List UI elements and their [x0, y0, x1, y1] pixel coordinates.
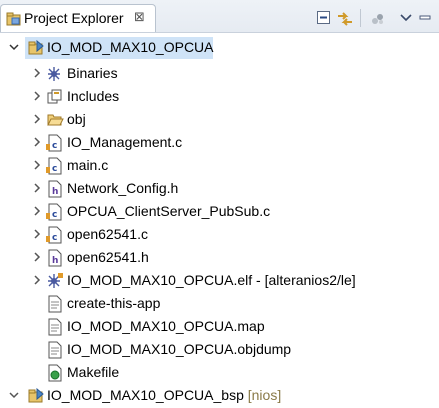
tree-item[interactable]: c IO_Management.c — [0, 131, 439, 154]
elf-binary-icon — [46, 272, 64, 290]
project-explorer-icon — [6, 11, 22, 30]
svg-text:h: h — [52, 256, 58, 266]
tree-item-label: obj — [67, 111, 86, 127]
tree-item[interactable]: h Network_Config.h — [0, 177, 439, 200]
c-project-icon — [27, 39, 45, 57]
tree-item[interactable]: create-this-app — [0, 292, 439, 315]
tab-title: Project Explorer — [24, 10, 124, 26]
tree-item-label: IO_MOD_MAX10_OPCUA_bsp [nios] — [47, 387, 281, 403]
svg-text:c: c — [52, 164, 57, 174]
c-file-icon: c — [46, 134, 64, 152]
tree-item[interactable]: obj — [0, 108, 439, 131]
tree-item-label: IO_MOD_MAX10_OPCUA.objdump — [67, 341, 292, 357]
chevron-right-icon[interactable] — [31, 112, 43, 126]
close-icon[interactable]: ⊠ — [134, 9, 145, 25]
toolbar-separator — [360, 9, 361, 27]
includes-icon — [46, 88, 64, 106]
chevron-right-icon[interactable] — [31, 135, 43, 149]
minimize-button[interactable] — [418, 10, 436, 28]
chevron-right-icon[interactable] — [31, 204, 43, 218]
c-file-icon: c — [46, 226, 64, 244]
chevron-right-icon[interactable] — [31, 273, 43, 287]
chevron-right-icon[interactable] — [8, 388, 20, 402]
link-with-editor-button[interactable] — [336, 10, 354, 28]
svg-text:c: c — [52, 210, 57, 220]
tree-item-label: IO_MOD_MAX10_OPCUA — [47, 39, 214, 55]
folder-icon — [46, 111, 64, 129]
tree-item[interactable]: IO_MOD_MAX10_OPCUA.objdump — [0, 338, 439, 361]
tree-item[interactable]: h open62541.h — [0, 246, 439, 269]
makefile-icon — [46, 364, 64, 382]
tree-item-label: IO_Management.c — [67, 134, 183, 150]
svg-text:h: h — [52, 187, 58, 197]
tree-item-label: Makefile — [67, 364, 120, 380]
text-file-icon — [46, 318, 64, 336]
view-menu-chevron-down-icon[interactable] — [399, 10, 417, 28]
svg-text:c: c — [52, 233, 57, 243]
text-file-icon — [46, 341, 64, 359]
h-file-icon: h — [46, 180, 64, 198]
view-toolbar: Project Explorer ⊠ — [0, 0, 439, 33]
collapse-all-button[interactable] — [316, 10, 334, 28]
tree-item-project[interactable]: IO_MOD_MAX10_OPCUA — [0, 36, 439, 59]
tree-item-label: create-this-app — [67, 295, 161, 311]
filter-icon[interactable] — [369, 10, 387, 28]
project-name: IO_MOD_MAX10_OPCUA_bsp — [47, 387, 244, 403]
binaries-icon — [46, 65, 64, 83]
tree-item[interactable]: Includes — [0, 85, 439, 108]
tree-item-label: OPCUA_ClientServer_PubSub.c — [67, 203, 271, 219]
chevron-right-icon[interactable] — [31, 158, 43, 172]
tree-item[interactable]: Makefile — [0, 361, 439, 384]
chevron-down-icon[interactable] — [8, 40, 20, 54]
c-project-icon — [27, 387, 45, 405]
chevron-right-icon[interactable] — [31, 89, 43, 103]
tree-item[interactable]: c main.c — [0, 154, 439, 177]
tree-item-label: open62541.c — [67, 226, 148, 242]
chevron-right-icon[interactable] — [31, 181, 43, 195]
project-explorer-tab[interactable]: Project Explorer ⊠ — [0, 4, 156, 32]
tree-item-label: Binaries — [67, 65, 118, 81]
tree-item[interactable]: IO_MOD_MAX10_OPCUA.elf - [alteranios2/le… — [0, 269, 439, 292]
text-file-icon — [46, 295, 64, 313]
tree-item-label: open62541.h — [67, 249, 149, 265]
tree-item[interactable]: c open62541.c — [0, 223, 439, 246]
chevron-right-icon[interactable] — [31, 227, 43, 241]
tree-item[interactable]: IO_MOD_MAX10_OPCUA.map — [0, 315, 439, 338]
project-explorer-view: Project Explorer ⊠ IO_MOD_MAX10_OPCUA Bi… — [0, 0, 439, 408]
tree-item[interactable]: c OPCUA_ClientServer_PubSub.c — [0, 200, 439, 223]
h-file-icon: h — [46, 249, 64, 267]
tree-item-label: IO_MOD_MAX10_OPCUA.elf - [alteranios2/le… — [67, 272, 356, 288]
tree-item-project[interactable]: IO_MOD_MAX10_OPCUA_bsp [nios] — [0, 384, 439, 407]
c-file-icon: c — [46, 203, 64, 221]
c-file-icon: c — [46, 157, 64, 175]
svg-text:c: c — [52, 141, 57, 151]
tree-item-label: main.c — [67, 157, 109, 173]
tree-item-label: Network_Config.h — [67, 180, 179, 196]
tree-item-label: Includes — [67, 88, 120, 104]
chevron-right-icon[interactable] — [31, 66, 43, 80]
tree-item-label: IO_MOD_MAX10_OPCUA.map — [67, 318, 265, 334]
project-decoration: [nios] — [247, 387, 282, 403]
chevron-right-icon[interactable] — [31, 250, 43, 264]
tree-item[interactable]: Binaries — [0, 62, 439, 85]
